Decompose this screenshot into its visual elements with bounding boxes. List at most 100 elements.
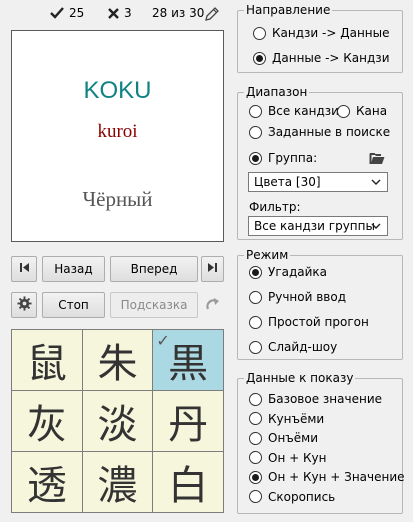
mode-group-title: Режим: [244, 248, 291, 262]
correct-count: 25: [69, 6, 85, 20]
display-data-group-title: Данные к показу: [244, 371, 356, 385]
back-button[interactable]: Назад: [42, 256, 105, 282]
radio-button[interactable]: [249, 315, 262, 329]
direction-data-to-kanji[interactable]: Данные -> Кандзи: [253, 51, 390, 65]
option-label: Онъёми: [268, 431, 319, 445]
mode-option-1[interactable]: Ручной ввод: [249, 290, 346, 304]
option-label: Он + Кун: [268, 450, 327, 465]
mode-option-2[interactable]: Простой прогон: [249, 315, 369, 329]
kanji-char: 濃: [97, 463, 138, 509]
filter-select-value: Все кандзи группы: [254, 219, 375, 233]
radio-button[interactable]: [249, 412, 262, 425]
radio-button[interactable]: [249, 451, 262, 464]
forward-button[interactable]: Вперед: [110, 256, 198, 282]
kanji-char: 灰: [26, 402, 67, 448]
mode-group: Режим Угадайка Ручной ввод Простой прогон С…: [237, 248, 403, 360]
radio-button[interactable]: [253, 26, 266, 40]
range-all-kanji[interactable]: Все кандзи: [249, 104, 339, 118]
range-group: Диапазон Все кандзи Кана Заданные в поис…: [237, 85, 403, 240]
option-label: Скоропись: [268, 489, 336, 504]
checkmark-icon: ✓: [156, 331, 170, 350]
radio-button[interactable]: [249, 151, 262, 165]
kanji-cell[interactable]: 鼠: [12, 330, 82, 390]
kanji-cell[interactable]: ✓ 黒: [153, 330, 223, 390]
display-data-group: Данные к показу Базовое значение Кунъёми О…: [237, 371, 405, 514]
kanji-char: 透: [26, 463, 67, 509]
edit-pencil-icon[interactable]: [203, 5, 221, 23]
kanji-cell[interactable]: 白: [153, 452, 223, 512]
kanji-cell[interactable]: 丹: [153, 391, 223, 451]
skip-last-icon: [207, 262, 218, 276]
kanji-char: 黒: [168, 341, 209, 387]
settings-button[interactable]: [11, 292, 37, 318]
group-select-value: Цвета [30]: [254, 175, 321, 189]
stop-button[interactable]: Стоп: [42, 292, 105, 318]
option-label: Ручной ввод: [268, 290, 347, 304]
radio-button[interactable]: [249, 340, 262, 354]
filter-label-text: Фильтр:: [249, 200, 301, 214]
redo-button[interactable]: [201, 292, 224, 318]
radio-button[interactable]: [249, 431, 262, 445]
wrong-stat: 3: [108, 6, 132, 20]
radio-button[interactable]: [249, 290, 262, 304]
kanji-cell[interactable]: 灰: [12, 391, 82, 451]
wrong-count: 3: [124, 6, 132, 20]
radio-button[interactable]: [249, 104, 262, 118]
range-group-option[interactable]: Группа:: [249, 151, 317, 165]
direction-kanji-to-data[interactable]: Кандзи -> Данные: [253, 26, 390, 40]
kanji-char: 朱: [97, 341, 138, 387]
kanji-cell[interactable]: 濃: [82, 452, 153, 512]
group-select[interactable]: Цвета [30]: [248, 172, 388, 192]
radio-button[interactable]: [337, 104, 350, 118]
direction-group-title: Направление: [244, 3, 333, 17]
radio-button[interactable]: [249, 125, 262, 139]
radio-button[interactable]: [249, 392, 262, 406]
radio-button[interactable]: [249, 265, 262, 279]
radio-button[interactable]: [249, 470, 262, 484]
direction-group: Направление Кандзи -> Данные Данные -> К…: [237, 3, 403, 73]
gear-icon: [16, 296, 32, 314]
range-search[interactable]: Заданные в поиске: [249, 125, 390, 139]
display-option-3[interactable]: Он + Кун: [249, 451, 326, 465]
display-option-4[interactable]: Он + Кун + Значение: [249, 470, 405, 484]
option-label: Данные -> Кандзи: [272, 51, 390, 65]
progress-text: 28 из 30: [152, 6, 205, 20]
correct-stat: 25: [50, 6, 84, 20]
skip-first-icon: [19, 262, 30, 276]
range-group-title: Диапазон: [244, 85, 310, 99]
option-label: Слайд-шоу: [268, 340, 338, 354]
card-meaning: Чёрный: [82, 187, 153, 211]
option-label: Кандзи -> Данные: [272, 26, 390, 40]
option-label: Простой прогон: [268, 315, 369, 329]
kanji-cell[interactable]: 朱: [82, 330, 153, 390]
first-button[interactable]: [11, 256, 37, 282]
display-option-2[interactable]: Онъёми: [249, 431, 318, 445]
display-option-5[interactable]: Скоропись: [249, 490, 335, 504]
mode-option-0[interactable]: Угадайка: [249, 265, 327, 279]
radio-button[interactable]: [249, 490, 262, 503]
display-option-1[interactable]: Кунъёми: [249, 412, 324, 426]
chevron-down-icon: [371, 176, 381, 190]
option-label: Кана: [356, 104, 388, 118]
kanji-char: 丹: [168, 402, 209, 448]
kanji-char: 白: [168, 463, 209, 509]
kanji-grid: 鼠朱 ✓ 黒灰淡丹透濃白: [11, 329, 224, 513]
range-kana[interactable]: Кана: [337, 104, 387, 118]
option-label: Угадайка: [268, 265, 328, 279]
kanji-char: 鼠: [26, 341, 67, 387]
mode-option-3[interactable]: Слайд-шоу: [249, 340, 337, 354]
display-option-0[interactable]: Базовое значение: [249, 392, 382, 406]
kanji-char: 淡: [97, 402, 138, 448]
checkmark-icon: [50, 7, 64, 19]
kanji-cell[interactable]: 淡: [82, 391, 153, 451]
chevron-down-icon: [371, 220, 381, 234]
card-reading: kuroi: [97, 121, 138, 142]
last-button[interactable]: [201, 256, 224, 282]
filter-select[interactable]: Все кандзи группы: [248, 216, 388, 236]
option-label: Заданные в поиске: [268, 125, 391, 139]
radio-button[interactable]: [253, 51, 266, 65]
folder-open-icon[interactable]: [368, 150, 386, 166]
hint-button[interactable]: Подсказка: [110, 292, 198, 318]
option-label: Группа:: [268, 151, 318, 165]
kanji-cell[interactable]: 透: [12, 452, 82, 512]
